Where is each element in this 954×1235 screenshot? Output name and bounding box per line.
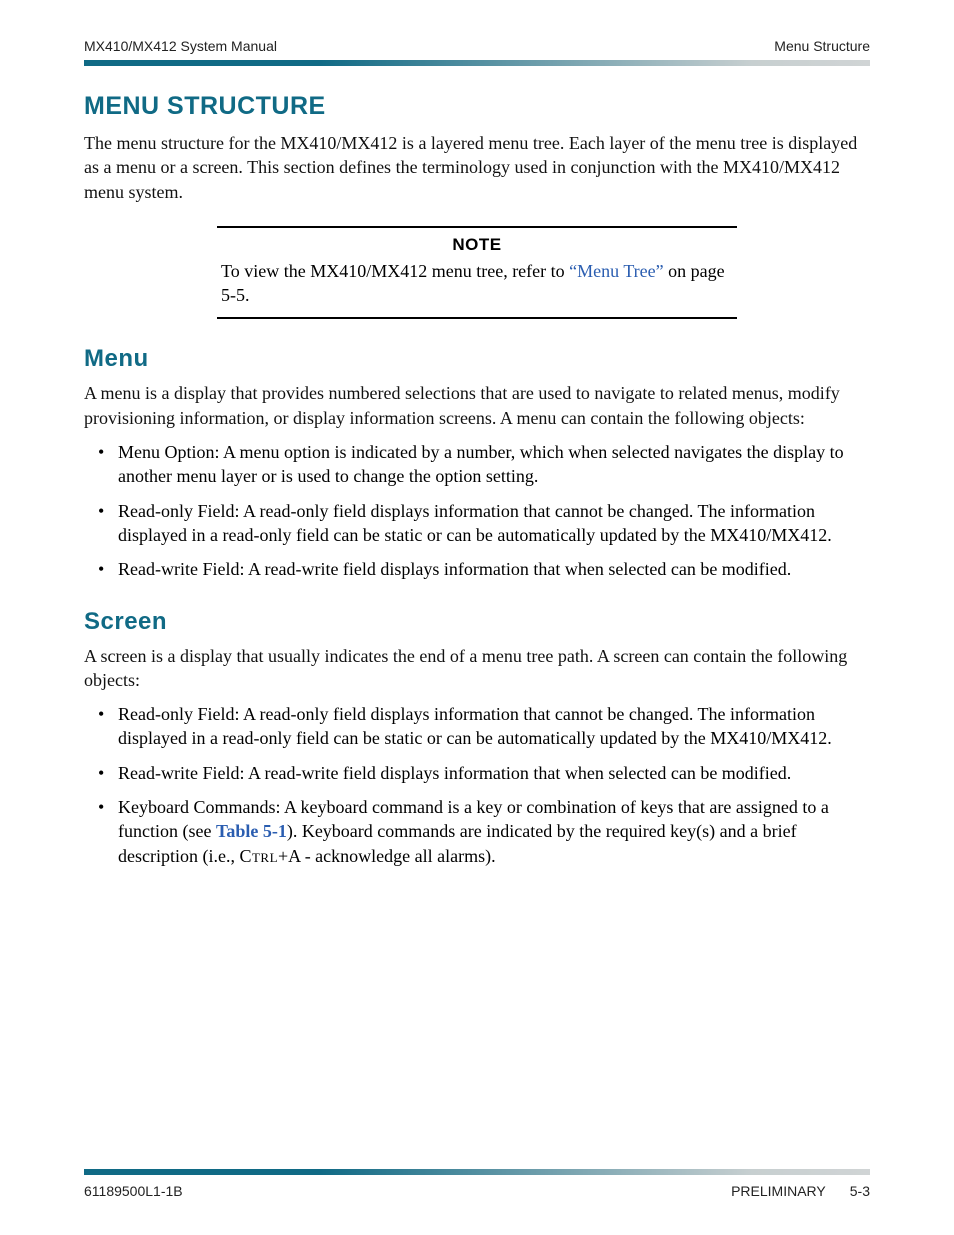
note-block: NOTE To view the MX410/MX412 menu tree, … — [217, 226, 737, 320]
para-menu: A menu is a display that provides number… — [84, 381, 870, 430]
heading-menu: Menu — [84, 345, 870, 373]
header-left: MX410/MX412 System Manual — [84, 38, 277, 54]
heading-screen: Screen — [84, 608, 870, 636]
kb-smallcaps: Ctrl — [239, 846, 278, 866]
list-item: Menu Option: A menu option is indicated … — [116, 440, 870, 489]
note-label: NOTE — [221, 234, 733, 257]
para-screen: A screen is a display that usually indic… — [84, 644, 870, 693]
link-menu-tree[interactable]: “Menu Tree” — [569, 261, 663, 281]
list-item: Read-write Field: A read-write field dis… — [116, 557, 870, 581]
footer-left: 61189500L1-1B — [84, 1183, 183, 1199]
heading-menu-structure: MENU STRUCTURE — [84, 92, 870, 121]
kb-text-post: +A - acknowledge all alarms). — [278, 846, 496, 866]
list-item: Read-write Field: A read-write field dis… — [116, 761, 870, 785]
footer-rule — [84, 1169, 870, 1175]
footer: 61189500L1-1B PRELIMINARY 5-3 — [84, 1169, 870, 1199]
list-item: Read-only Field: A read-only field displ… — [116, 499, 870, 548]
running-header: MX410/MX412 System Manual Menu Structure — [84, 38, 870, 54]
screen-list: Read-only Field: A read-only field displ… — [84, 702, 870, 868]
list-item: Read-only Field: A read-only field displ… — [116, 702, 870, 751]
link-table-5-1[interactable]: Table 5-1 — [216, 821, 287, 841]
footer-center: PRELIMINARY — [731, 1183, 826, 1199]
header-right: Menu Structure — [774, 38, 870, 54]
menu-list: Menu Option: A menu option is indicated … — [84, 440, 870, 581]
page: MX410/MX412 System Manual Menu Structure… — [0, 0, 954, 1235]
header-rule — [84, 60, 870, 66]
list-item: Keyboard Commands: A keyboard command is… — [116, 795, 870, 868]
para-menu-structure: The menu structure for the MX410/MX412 i… — [84, 131, 870, 204]
footer-page-number: 5-3 — [850, 1183, 870, 1199]
note-text-pre: To view the MX410/MX412 menu tree, refer… — [221, 261, 569, 281]
